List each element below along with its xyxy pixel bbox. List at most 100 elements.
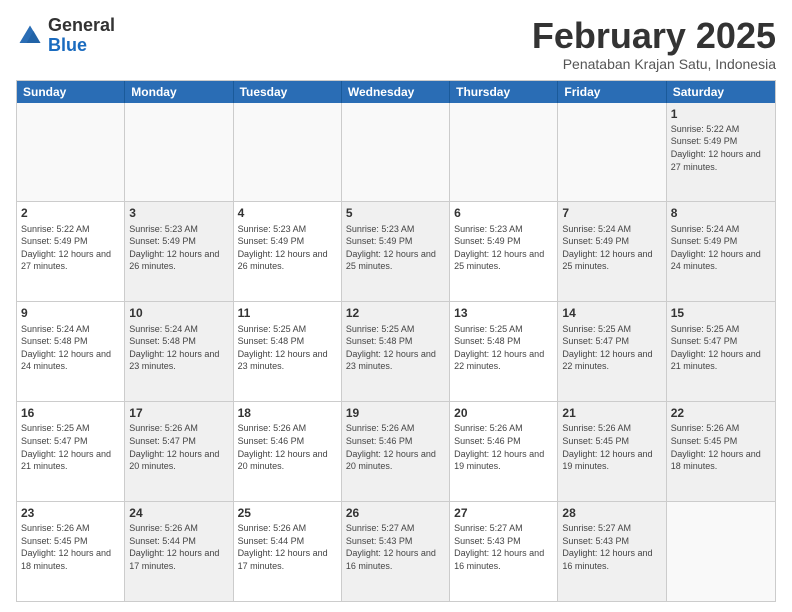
day-number: 18 <box>238 405 337 421</box>
cal-cell: 5Sunrise: 5:23 AM Sunset: 5:49 PM Daylig… <box>342 202 450 301</box>
calendar-subtitle: Penataban Krajan Satu, Indonesia <box>532 56 776 72</box>
day-info: Sunrise: 5:26 AM Sunset: 5:46 PM Dayligh… <box>346 422 445 472</box>
cal-cell <box>234 103 342 202</box>
day-info: Sunrise: 5:26 AM Sunset: 5:46 PM Dayligh… <box>238 422 337 472</box>
cal-cell: 19Sunrise: 5:26 AM Sunset: 5:46 PM Dayli… <box>342 402 450 501</box>
day-number: 27 <box>454 505 553 521</box>
cal-cell: 12 Sunrise: 5:25 AM Sunset: 5:48 PM Dayli… <box>342 302 450 401</box>
day-number: 16 <box>21 405 120 421</box>
cal-cell: 9 Sunrise: 5:24 AM Sunset: 5:48 PM Daylig… <box>17 302 125 401</box>
day-info: Sunrise: 5:26 AM Sunset: 5:46 PM Dayligh… <box>454 422 553 472</box>
cal-week-4: 16Sunrise: 5:25 AM Sunset: 5:47 PM Dayli… <box>17 402 775 502</box>
logo: General Blue <box>16 16 115 56</box>
day-info: Sunrise: 5:23 AM Sunset: 5:49 PM Dayligh… <box>454 223 553 273</box>
cal-cell: 17Sunrise: 5:26 AM Sunset: 5:47 PM Dayli… <box>125 402 233 501</box>
cal-cell: 3 Sunrise: 5:23 AM Sunset: 5:49 PM Daylig… <box>125 202 233 301</box>
day-info: Sunrise: 5:27 AM Sunset: 5:43 PM Dayligh… <box>562 522 661 572</box>
day-number: 14 <box>562 305 661 321</box>
cal-cell <box>450 103 558 202</box>
calendar: SundayMondayTuesdayWednesdayThursdayFrid… <box>16 80 776 602</box>
day-number: 1 <box>671 106 771 122</box>
cal-cell: 20Sunrise: 5:26 AM Sunset: 5:46 PM Dayli… <box>450 402 558 501</box>
page: General Blue February 2025 Penataban Kra… <box>0 0 792 612</box>
cal-week-3: 9 Sunrise: 5:24 AM Sunset: 5:48 PM Daylig… <box>17 302 775 402</box>
cal-cell: 1Sunrise: 5:22 AM Sunset: 5:49 PM Daylig… <box>667 103 775 202</box>
cal-cell: 7 Sunrise: 5:24 AM Sunset: 5:49 PM Daylig… <box>558 202 666 301</box>
day-info: Sunrise: 5:25 AM Sunset: 5:48 PM Dayligh… <box>238 323 337 373</box>
day-info: Sunrise: 5:24 AM Sunset: 5:49 PM Dayligh… <box>671 223 771 273</box>
cal-cell: 8 Sunrise: 5:24 AM Sunset: 5:49 PM Daylig… <box>667 202 775 301</box>
day-info: Sunrise: 5:24 AM Sunset: 5:48 PM Dayligh… <box>129 323 228 373</box>
cal-cell: 10 Sunrise: 5:24 AM Sunset: 5:48 PM Dayli… <box>125 302 233 401</box>
day-info: Sunrise: 5:26 AM Sunset: 5:44 PM Dayligh… <box>238 522 337 572</box>
cal-cell: 2 Sunrise: 5:22 AM Sunset: 5:49 PM Daylig… <box>17 202 125 301</box>
day-info: Sunrise: 5:25 AM Sunset: 5:48 PM Dayligh… <box>346 323 445 373</box>
day-info: Sunrise: 5:22 AM Sunset: 5:49 PM Dayligh… <box>21 223 120 273</box>
day-number: 2 <box>21 205 120 221</box>
day-number: 13 <box>454 305 553 321</box>
cal-cell: 22Sunrise: 5:26 AM Sunset: 5:45 PM Dayli… <box>667 402 775 501</box>
cal-header-saturday: Saturday <box>667 81 775 103</box>
day-number: 11 <box>238 305 337 321</box>
cal-cell: 23Sunrise: 5:26 AM Sunset: 5:45 PM Dayli… <box>17 502 125 601</box>
day-info: Sunrise: 5:27 AM Sunset: 5:43 PM Dayligh… <box>454 522 553 572</box>
cal-header-sunday: Sunday <box>17 81 125 103</box>
day-info: Sunrise: 5:24 AM Sunset: 5:49 PM Dayligh… <box>562 223 661 273</box>
cal-cell: 14 Sunrise: 5:25 AM Sunset: 5:47 PM Dayli… <box>558 302 666 401</box>
day-number: 19 <box>346 405 445 421</box>
cal-header-friday: Friday <box>558 81 666 103</box>
day-number: 4 <box>238 205 337 221</box>
day-info: Sunrise: 5:26 AM Sunset: 5:45 PM Dayligh… <box>21 522 120 572</box>
day-number: 28 <box>562 505 661 521</box>
cal-cell <box>667 502 775 601</box>
cal-cell: 6 Sunrise: 5:23 AM Sunset: 5:49 PM Daylig… <box>450 202 558 301</box>
cal-cell: 15Sunrise: 5:25 AM Sunset: 5:47 PM Dayli… <box>667 302 775 401</box>
cal-week-5: 23Sunrise: 5:26 AM Sunset: 5:45 PM Dayli… <box>17 502 775 601</box>
cal-week-2: 2 Sunrise: 5:22 AM Sunset: 5:49 PM Daylig… <box>17 202 775 302</box>
cal-cell: 16Sunrise: 5:25 AM Sunset: 5:47 PM Dayli… <box>17 402 125 501</box>
day-number: 20 <box>454 405 553 421</box>
day-number: 6 <box>454 205 553 221</box>
day-number: 17 <box>129 405 228 421</box>
day-info: Sunrise: 5:23 AM Sunset: 5:49 PM Dayligh… <box>346 223 445 273</box>
cal-header-tuesday: Tuesday <box>234 81 342 103</box>
cal-cell <box>558 103 666 202</box>
logo-blue-text: Blue <box>48 35 87 55</box>
logo-icon <box>16 22 44 50</box>
cal-header-monday: Monday <box>125 81 233 103</box>
day-number: 7 <box>562 205 661 221</box>
day-number: 24 <box>129 505 228 521</box>
cal-cell: 27Sunrise: 5:27 AM Sunset: 5:43 PM Dayli… <box>450 502 558 601</box>
cal-header-wednesday: Wednesday <box>342 81 450 103</box>
cal-cell: 18Sunrise: 5:26 AM Sunset: 5:46 PM Dayli… <box>234 402 342 501</box>
day-number: 3 <box>129 205 228 221</box>
cal-cell: 26Sunrise: 5:27 AM Sunset: 5:43 PM Dayli… <box>342 502 450 601</box>
calendar-header-row: SundayMondayTuesdayWednesdayThursdayFrid… <box>17 81 775 103</box>
day-info: Sunrise: 5:25 AM Sunset: 5:47 PM Dayligh… <box>671 323 771 373</box>
cal-cell <box>17 103 125 202</box>
day-number: 9 <box>21 305 120 321</box>
day-info: Sunrise: 5:26 AM Sunset: 5:47 PM Dayligh… <box>129 422 228 472</box>
day-info: Sunrise: 5:25 AM Sunset: 5:47 PM Dayligh… <box>21 422 120 472</box>
cal-cell: 11 Sunrise: 5:25 AM Sunset: 5:48 PM Dayli… <box>234 302 342 401</box>
day-info: Sunrise: 5:26 AM Sunset: 5:45 PM Dayligh… <box>671 422 771 472</box>
cal-cell: 13 Sunrise: 5:25 AM Sunset: 5:48 PM Dayli… <box>450 302 558 401</box>
cal-cell: 4Sunrise: 5:23 AM Sunset: 5:49 PM Daylig… <box>234 202 342 301</box>
calendar-body: 1Sunrise: 5:22 AM Sunset: 5:49 PM Daylig… <box>17 103 775 601</box>
day-number: 12 <box>346 305 445 321</box>
day-info: Sunrise: 5:25 AM Sunset: 5:47 PM Dayligh… <box>562 323 661 373</box>
cal-cell: 28Sunrise: 5:27 AM Sunset: 5:43 PM Dayli… <box>558 502 666 601</box>
day-info: Sunrise: 5:22 AM Sunset: 5:49 PM Dayligh… <box>671 123 771 173</box>
day-info: Sunrise: 5:26 AM Sunset: 5:44 PM Dayligh… <box>129 522 228 572</box>
title-block: February 2025 Penataban Krajan Satu, Ind… <box>532 16 776 72</box>
day-number: 8 <box>671 205 771 221</box>
day-number: 10 <box>129 305 228 321</box>
day-info: Sunrise: 5:25 AM Sunset: 5:48 PM Dayligh… <box>454 323 553 373</box>
calendar-title: February 2025 <box>532 16 776 56</box>
day-info: Sunrise: 5:23 AM Sunset: 5:49 PM Dayligh… <box>129 223 228 273</box>
header: General Blue February 2025 Penataban Kra… <box>16 16 776 72</box>
day-number: 26 <box>346 505 445 521</box>
day-info: Sunrise: 5:27 AM Sunset: 5:43 PM Dayligh… <box>346 522 445 572</box>
cal-cell: 24Sunrise: 5:26 AM Sunset: 5:44 PM Dayli… <box>125 502 233 601</box>
day-info: Sunrise: 5:24 AM Sunset: 5:48 PM Dayligh… <box>21 323 120 373</box>
